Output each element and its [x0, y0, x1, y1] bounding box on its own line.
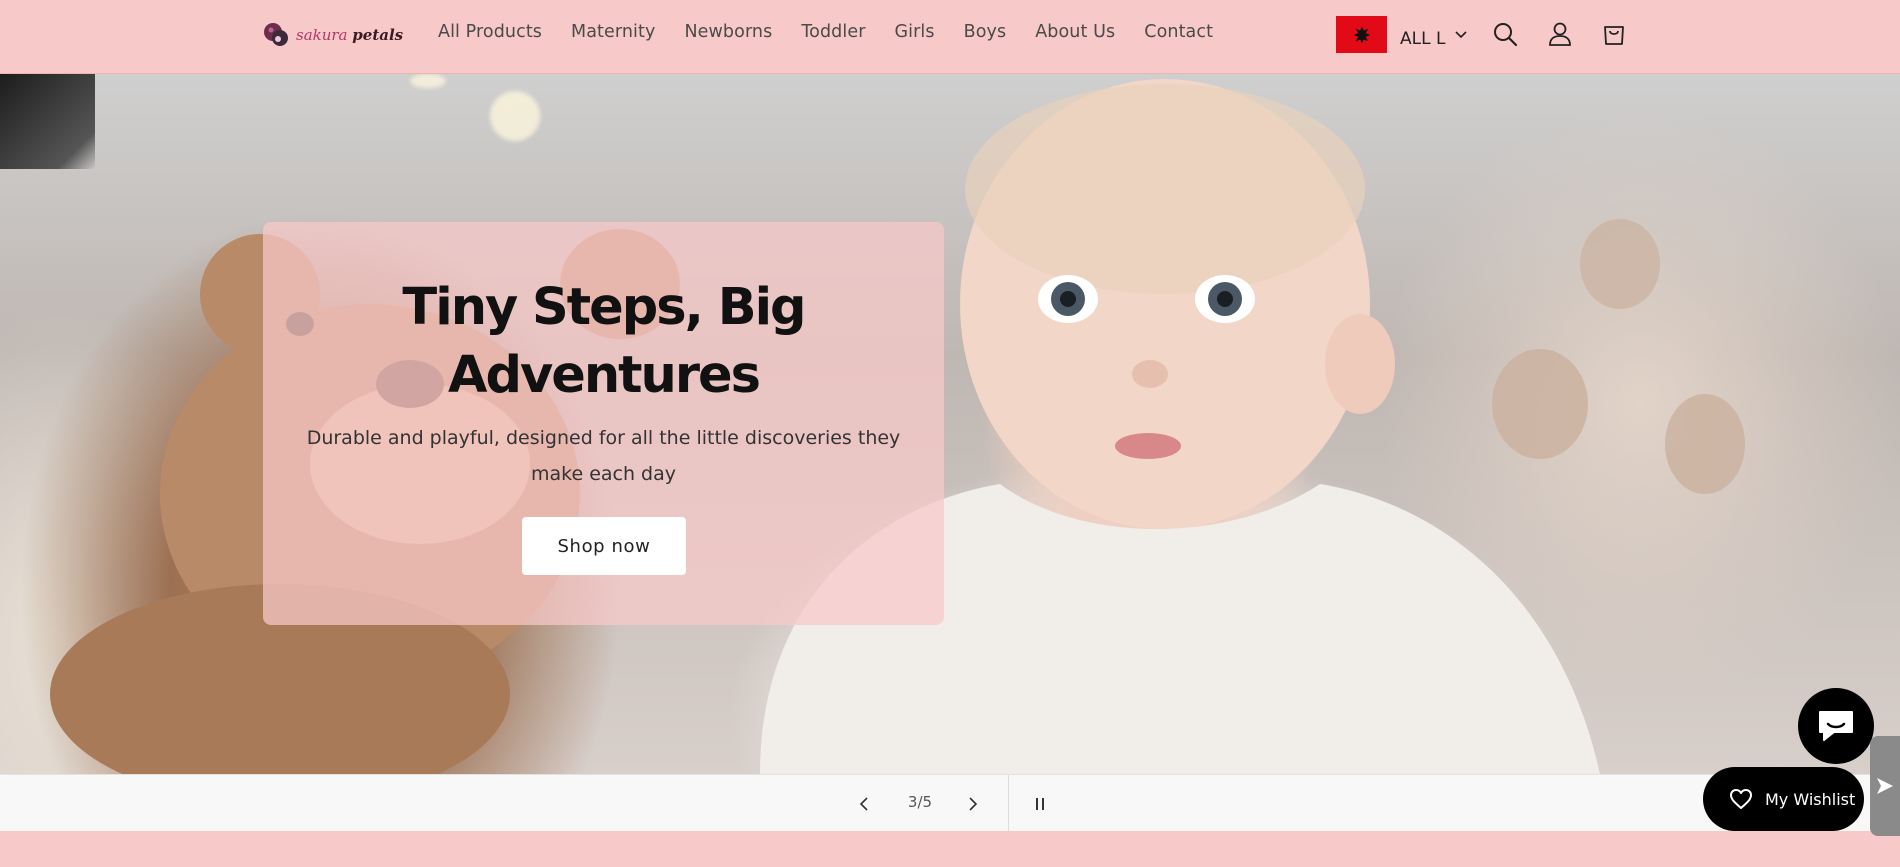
- chevron-left-icon: [859, 797, 868, 811]
- account-icon: [1549, 22, 1571, 46]
- albania-flag-icon: [1336, 16, 1387, 53]
- nav-all-products[interactable]: All Products: [438, 22, 542, 42]
- chevron-right-icon: [969, 797, 978, 811]
- hero-title: Tiny Steps, Big Adventures: [263, 274, 944, 410]
- chat-bubble-icon: [1819, 711, 1853, 741]
- main-nav: All Products Maternity Newborns Toddler …: [438, 22, 1242, 42]
- heart-icon: [1730, 789, 1752, 809]
- my-wishlist-button[interactable]: My Wishlist: [1703, 767, 1864, 831]
- shop-now-button[interactable]: Shop now: [522, 517, 686, 575]
- hero-subtitle-line2: make each day: [530, 463, 676, 485]
- chevron-down-icon: [1455, 30, 1468, 38]
- nav-boys[interactable]: Boys: [964, 22, 1007, 42]
- send-feedback-tab[interactable]: [1870, 736, 1900, 836]
- hero-subtitle-line1: Durable and playful, designed for all th…: [306, 427, 901, 449]
- controls-divider: [1008, 775, 1009, 832]
- wishlist-label: My Wishlist: [1765, 789, 1856, 809]
- footer-strip: [0, 831, 1900, 867]
- search-icon: [1494, 23, 1518, 47]
- pause-icon: [1036, 798, 1044, 810]
- hero-title-line1: Tiny Steps, Big: [402, 278, 806, 337]
- previous-slide-button[interactable]: [852, 792, 876, 816]
- nav-toddler[interactable]: Toddler: [801, 22, 865, 42]
- hero-slide: Tiny Steps, Big Adventures Durable and p…: [0, 74, 1900, 774]
- slideshow-controls: 3/5: [0, 774, 1900, 832]
- nav-contact[interactable]: Contact: [1144, 22, 1213, 42]
- chat-widget-button[interactable]: [1798, 688, 1874, 764]
- hero-title-line2: Adventures: [448, 346, 761, 405]
- currency-selector[interactable]: ALL L: [1336, 16, 1468, 53]
- next-slide-button[interactable]: [961, 792, 985, 816]
- currency-label: ALL L: [1400, 28, 1446, 49]
- cart-icon: [1604, 26, 1624, 45]
- nav-girls[interactable]: Girls: [895, 22, 935, 42]
- brand-name-part2: petals: [352, 26, 404, 44]
- brand-logo[interactable]: sakura petals: [262, 18, 403, 52]
- slide-counter: 3/5: [907, 793, 933, 811]
- nav-maternity[interactable]: Maternity: [571, 22, 655, 42]
- flower-logo-icon: [264, 23, 288, 46]
- hero-content-card: Tiny Steps, Big Adventures Durable and p…: [263, 222, 944, 625]
- cart-button[interactable]: [1598, 18, 1630, 50]
- nav-about-us[interactable]: About Us: [1035, 22, 1115, 42]
- site-header: sakura petals All Products Maternity New…: [0, 0, 1900, 74]
- send-arrow-icon: [1877, 778, 1893, 794]
- search-button[interactable]: [1489, 18, 1521, 50]
- pause-slideshow-button[interactable]: [1028, 792, 1052, 816]
- brand-name-part1: sakura: [296, 26, 348, 44]
- account-button[interactable]: [1544, 18, 1576, 50]
- hero-subtitle: Durable and playful, designed for all th…: [303, 420, 904, 492]
- nav-newborns[interactable]: Newborns: [684, 22, 772, 42]
